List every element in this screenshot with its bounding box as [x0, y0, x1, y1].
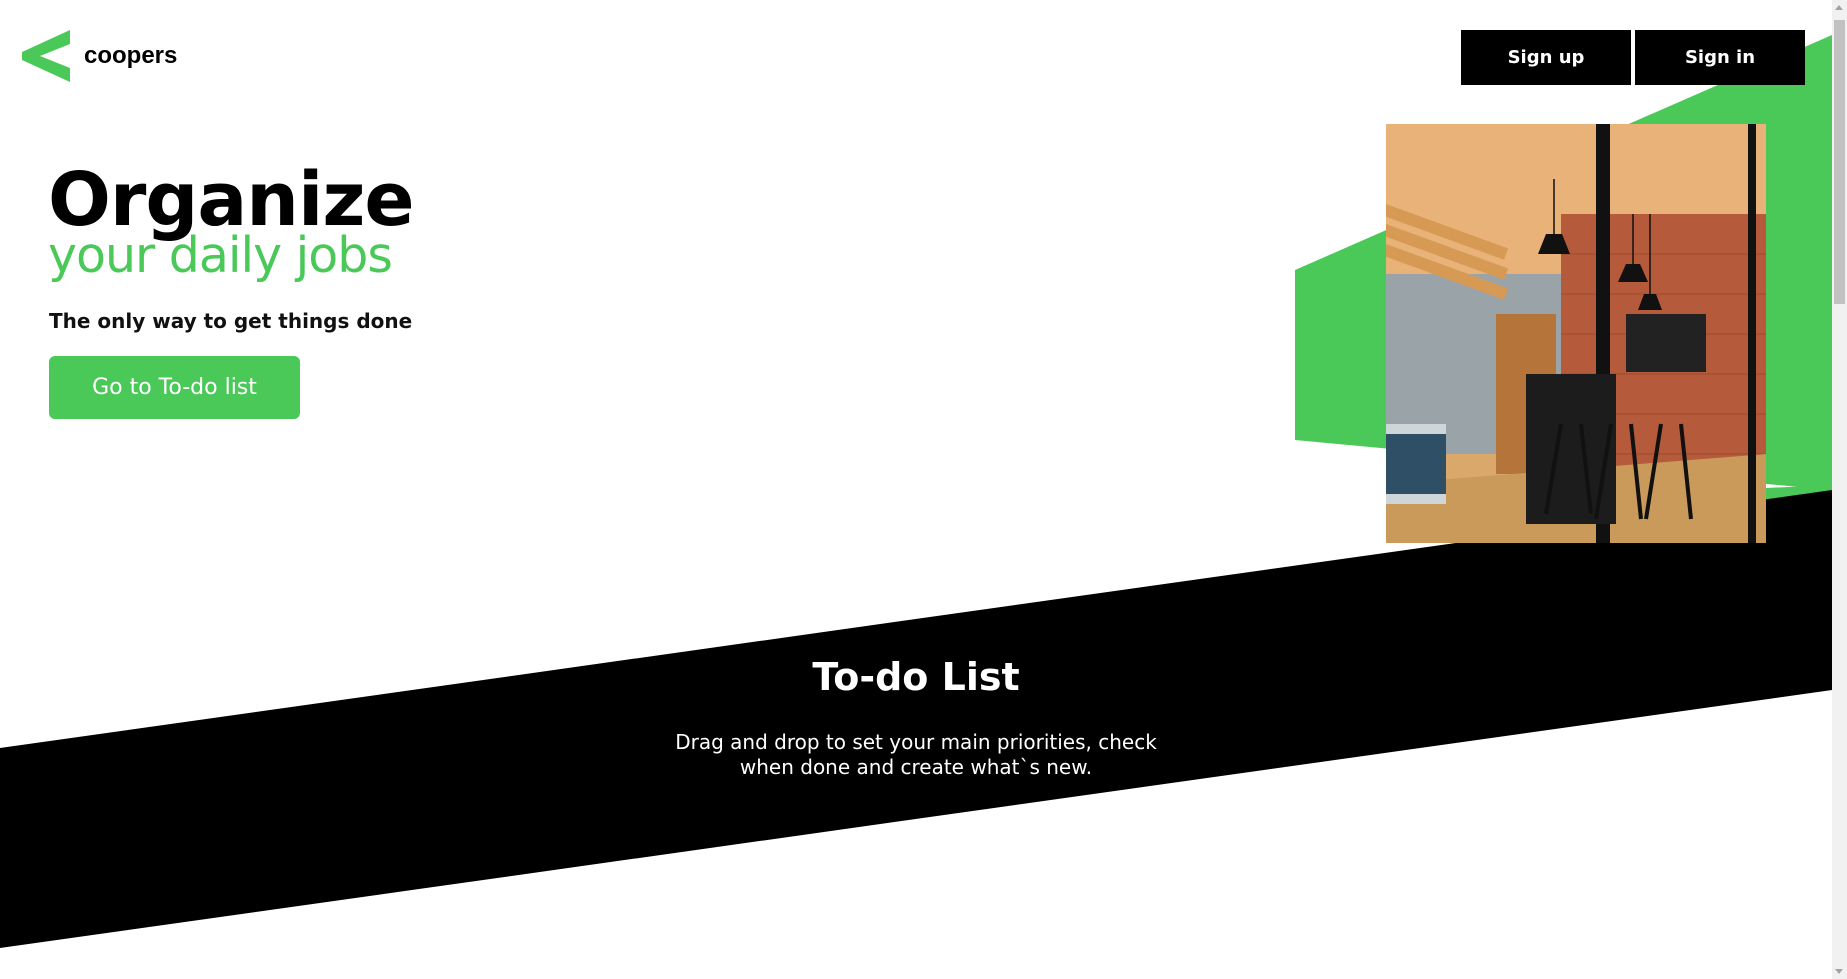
- scroll-down-arrow-icon[interactable]: [1835, 969, 1843, 974]
- vertical-scrollbar[interactable]: [1832, 0, 1847, 979]
- black-diagonal-band: [0, 490, 1832, 948]
- hero-subtitle: your daily jobs: [48, 227, 393, 284]
- scrollbar-thumb[interactable]: [1834, 20, 1845, 304]
- scroll-up-arrow-icon[interactable]: [1835, 5, 1843, 10]
- sign-in-button[interactable]: Sign in: [1635, 30, 1805, 85]
- sign-up-button[interactable]: Sign up: [1461, 30, 1631, 85]
- todo-section-title: To-do List: [812, 655, 1020, 699]
- todo-desc-line-2: when done and create what`s new.: [739, 755, 1093, 779]
- go-to-todo-list-button[interactable]: Go to To-do list: [49, 356, 300, 419]
- logo[interactable]: coopers: [22, 30, 177, 82]
- chevron-left-logo-icon: [22, 30, 70, 82]
- todo-section-description: Drag and drop to set your main prioritie…: [660, 730, 1172, 780]
- hero-tagline: The only way to get things done: [49, 309, 413, 333]
- todo-desc-line-1: Drag and drop to set your main prioritie…: [675, 730, 1157, 754]
- brand-name: coopers: [84, 42, 178, 69]
- office-interior-photo: [1386, 124, 1766, 543]
